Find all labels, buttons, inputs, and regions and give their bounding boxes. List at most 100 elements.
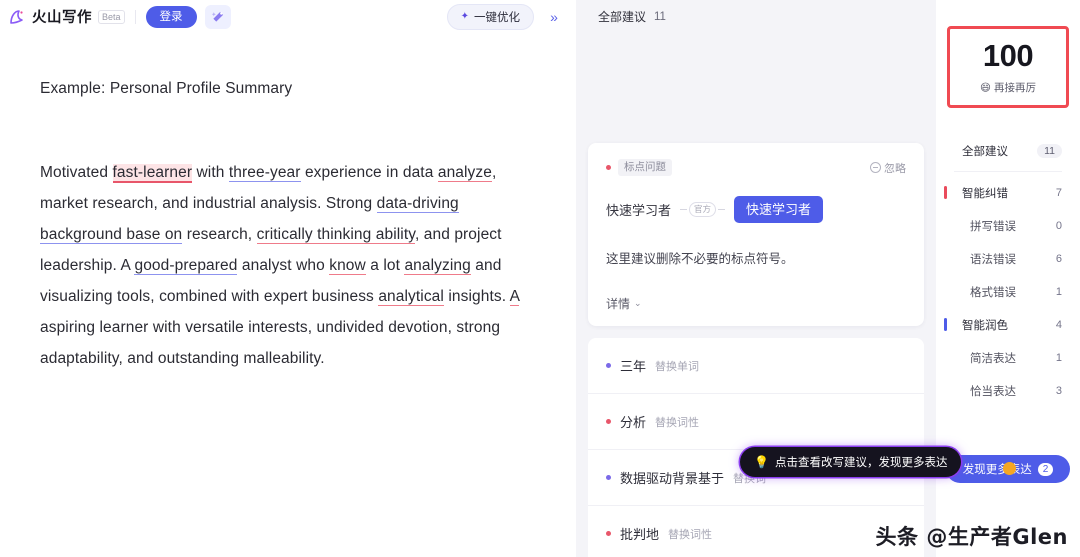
all-suggestions-count: 11 [654,10,666,23]
suggestion-row[interactable]: 分析 替换词性 [588,394,924,450]
sidebar-item-count: 0 [1055,219,1062,232]
suggestion-dot-icon [606,475,611,480]
ignore-button[interactable]: 忽略 [870,160,906,176]
minus-circle-icon [870,162,881,173]
sidebar-divider [954,171,1062,172]
lightbulb-icon: 💡 [754,455,769,469]
suggestion-row[interactable]: 三年 替换单词 [588,338,924,394]
category-accent-bar [944,318,947,331]
login-button[interactable]: 登录 [145,5,197,28]
sidebar-item-count: 3 [1055,384,1062,397]
toolbar-divider [134,9,136,24]
discover-more-expressions-button[interactable]: 发现更多表达 2 [946,455,1070,483]
ignore-label: 忽略 [884,162,906,175]
sidebar-item-label: 简洁表达 [970,352,1016,365]
score-sidebar: 100 😄 再接再厉 全部建议 11 智能纠错 7 拼写错误 0 语法错误 6 格式错误 1 智能润… [936,0,1080,557]
document-editor[interactable]: Example: Personal Profile Summary Motiva… [0,33,576,557]
suggestion-tag-group: 标点问题 [606,159,672,176]
detail-toggle-button[interactable]: 详情 ⌄ [606,295,906,312]
suggestion-dot-icon [606,363,611,368]
smile-emoji-icon: 😄 [980,81,991,94]
inline-suggestion-mark[interactable]: A [509,288,520,306]
sidebar-item-label: 智能纠错 [962,187,1008,200]
more-button-label: 发现更多表达 [962,464,1032,476]
suggestion-row-action: 替换词性 [668,528,713,541]
sparkle-icon: ✦ [460,11,469,22]
inline-suggestion-mark[interactable]: critically thinking ability [256,226,415,244]
magic-wand-icon[interactable] [204,4,231,29]
sidebar-item-label: 拼写错误 [970,220,1016,233]
suggestion-description: 这里建议删除不必要的标点符号。 [606,252,794,266]
sidebar-item-count: 6 [1055,252,1062,265]
beta-badge: Beta [98,9,125,24]
suggestion-panel-header: 全部建议 11 [576,0,936,33]
inline-suggestion-mark[interactable]: good-prepared [134,257,238,275]
inline-suggestion-mark[interactable]: fast-learner [112,164,193,183]
inline-suggestion-mark[interactable]: three-year [228,164,301,182]
category-nav-list: 全部建议 11 智能纠错 7 拼写错误 0 语法错误 6 格式错误 1 智能润色 4 简洁表达 1 恰当表达… [936,134,1080,407]
original-text: 快速学习者 [606,203,672,218]
sidebar-item-1[interactable]: 智能纠错 7 [936,176,1080,209]
inline-suggestion-mark[interactable]: analyze [437,164,492,182]
sidebar-item-5[interactable]: 智能润色 4 [936,308,1080,341]
sidebar-item-label: 全部建议 [962,145,1008,158]
sidebar-item-6[interactable]: 简洁表达 1 [936,341,1080,374]
suggestion-card[interactable]: 标点问题 忽略 快速学习者 官方 快速学习者 这里建议删除不必要的标点符号。 详… [588,143,924,326]
tooltip-text: 点击查看改写建议，发现更多表达 [774,457,948,469]
inline-suggestion-mark[interactable]: analyzing [404,257,471,275]
watermark: 头条 @生产者Glen [875,525,1068,549]
suggestion-type-tag: 标点问题 [618,159,672,176]
all-suggestions-label: 全部建议 [598,10,647,24]
sidebar-item-7[interactable]: 恰当表达 3 [936,374,1080,407]
apply-suggestion-button[interactable]: 快速学习者 [734,196,824,223]
suggestion-card-header: 标点问题 忽略 [606,159,906,176]
suggestion-row-label: 批判地 [620,527,660,542]
sidebar-item-label: 恰当表达 [970,385,1016,398]
inline-suggestion-mark[interactable]: analytical [378,288,444,306]
sidebar-item-label: 智能润色 [962,319,1008,332]
sidebar-item-count: 4 [1055,318,1062,331]
suggestion-row[interactable]: 批判地 替换词性 [588,506,924,557]
notification-dot-icon [1003,462,1016,475]
document-paragraph: Motivated fast-learner with three-year e… [40,164,520,367]
suggestion-row-label: 分析 [620,415,647,430]
volcano-logo-icon [8,7,28,27]
score-subtitle: 😄 再接再厉 [980,80,1036,95]
suggestion-list[interactable]: 标点问题 忽略 快速学习者 官方 快速学习者 这里建议删除不必要的标点符号。 详… [576,33,936,557]
replacement-row: 快速学习者 官方 快速学习者 [606,196,906,223]
error-dot-icon [606,165,611,170]
suggestion-row-action: 替换单词 [655,360,700,373]
suggestion-row-label: 三年 [620,359,647,374]
suggestion-dot-icon [606,531,611,536]
score-value: 100 [980,38,1036,73]
editor-column: 火山写作 Beta 登录 ✦ 一键优化 » Example: Personal … [0,0,576,557]
brand-name: 火山写作 [32,10,92,26]
sidebar-item-2[interactable]: 拼写错误 0 [936,209,1080,242]
sidebar-item-label: 格式错误 [970,286,1016,299]
chevron-down-icon: ⌄ [634,298,642,308]
top-toolbar: 火山写作 Beta 登录 ✦ 一键优化 » [0,0,576,33]
more-button-count: 2 [1037,462,1054,476]
brand-logo: 火山写作 Beta [8,6,125,27]
chevron-double-right-icon[interactable]: » [542,5,566,29]
sidebar-item-4[interactable]: 格式错误 1 [936,275,1080,308]
hint-tooltip: 💡 点击查看改写建议，发现更多表达 [740,447,962,477]
one-click-optimize-button[interactable]: ✦ 一键优化 [446,3,534,30]
sidebar-item-0[interactable]: 全部建议 11 [936,134,1080,167]
sidebar-item-count: 11 [1037,143,1062,158]
score-subtitle-text: 再接再厉 [993,82,1036,94]
sidebar-item-count: 7 [1055,186,1062,199]
category-accent-bar [944,186,947,199]
suggestion-row-action: 替换词性 [655,416,700,429]
optimize-label: 一键优化 [474,11,520,24]
sidebar-item-count: 1 [1055,351,1062,364]
app-root: 火山写作 Beta 登录 ✦ 一键优化 » Example: Personal … [0,0,1080,557]
suggestion-row-label: 数据驱动背景基于 [620,471,725,486]
official-badge: 官方 [689,202,717,217]
detail-label: 详情 [606,297,631,311]
arrow-right-icon: 官方 [680,202,726,217]
sidebar-item-label: 语法错误 [970,253,1016,266]
document-title: Example: Personal Profile Summary [40,80,293,97]
sidebar-item-3[interactable]: 语法错误 6 [936,242,1080,275]
inline-suggestion-mark[interactable]: know [329,257,366,275]
